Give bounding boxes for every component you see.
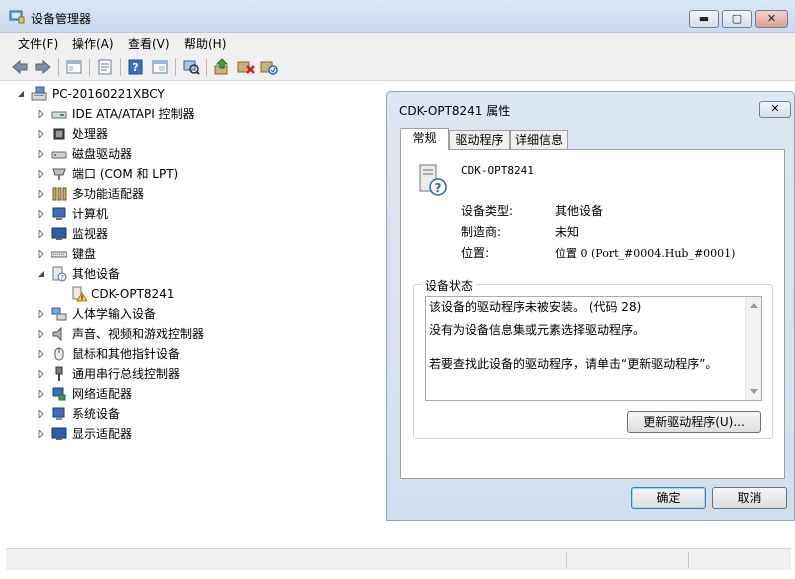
unknown-device-icon: ? xyxy=(416,163,450,197)
status-line: 没有为设备信息集或元素选择驱动程序。 xyxy=(429,323,646,337)
hid-icon xyxy=(51,306,67,322)
scan-hardware-changes-icon[interactable] xyxy=(181,58,201,76)
svg-text:?: ? xyxy=(435,181,442,195)
menu-help[interactable]: 帮助(H) xyxy=(184,35,226,52)
device-manager-app-icon xyxy=(9,10,25,24)
device-type-label: 设备类型: xyxy=(461,204,514,218)
usb-icon xyxy=(51,366,67,382)
tree-node-label: 键盘 xyxy=(72,247,97,261)
unknown-device-warning-icon xyxy=(71,286,88,302)
location-label: 位置: xyxy=(461,246,490,260)
show-hide-console-tree-icon[interactable] xyxy=(64,58,84,76)
tab-details[interactable]: 详细信息 xyxy=(510,130,568,150)
update-driver-button[interactable]: 更新驱动程序(U)... xyxy=(627,411,761,433)
toolbar-separator xyxy=(175,58,176,76)
location-value: 位置 0 (Port_#0004.Hub_#0001) xyxy=(555,247,736,260)
menu-view[interactable]: 查看(V) xyxy=(128,35,170,52)
tree-root-label: PC-20160221XBCY xyxy=(52,87,165,101)
menu-action[interactable]: 操作(A) xyxy=(72,35,114,52)
properties-sheet-icon[interactable] xyxy=(95,58,115,76)
scroll-up-arrow-icon[interactable] xyxy=(750,303,758,308)
processor-icon xyxy=(51,126,67,142)
tree-node-label: 系统设备 xyxy=(72,407,121,421)
status-line: 该设备的驱动程序未被安装。 (代码 28) xyxy=(429,300,642,314)
ide-controller-icon xyxy=(51,106,67,122)
status-scrollbar[interactable] xyxy=(745,297,761,400)
svg-text:?: ? xyxy=(60,274,64,282)
device-status-textbox[interactable]: 该设备的驱动程序未被安装。 (代码 28) 没有为设备信息集或元素选择驱动程序。… xyxy=(425,296,762,401)
maximize-button[interactable]: ▢ xyxy=(722,10,752,28)
properties-dialog: CDK-OPT8241 属性 ✕ 常规 驱动程序 详细信息 ? CDK-OPT8… xyxy=(386,91,795,521)
status-bar-divider xyxy=(566,552,567,568)
sound-icon xyxy=(51,326,67,342)
ok-button[interactable]: 确定 xyxy=(631,487,706,509)
close-button[interactable]: ✕ xyxy=(755,10,788,28)
menu-file[interactable]: 文件(F) xyxy=(18,35,58,52)
keyboard-icon xyxy=(50,246,68,262)
toolbar-separator xyxy=(206,58,207,76)
tab-driver[interactable]: 驱动程序 xyxy=(449,130,510,150)
tree-node-label: 其他设备 xyxy=(72,267,121,281)
device-status-group: 设备状态 该设备的驱动程序未被安装。 (代码 28) 没有为设备信息集或元素选择… xyxy=(413,277,773,439)
system-devices-icon xyxy=(51,406,67,422)
tree-node-label: 磁盘驱动器 xyxy=(72,147,133,161)
monitor-icon xyxy=(51,226,67,242)
other-devices-icon: ? xyxy=(51,266,67,282)
tab-general[interactable]: 常规 xyxy=(400,128,449,150)
svg-text:?: ? xyxy=(132,61,138,74)
tree-node-label: 多功能适配器 xyxy=(72,187,145,201)
general-tab-panel: ? CDK-OPT8241 设备类型: 其他设备 制造商: 未知 位置: 位置 … xyxy=(400,149,785,479)
disk-drive-icon xyxy=(51,146,67,162)
view-pane-icon[interactable] xyxy=(150,58,170,76)
toolbar: ? xyxy=(0,53,795,81)
minimize-button[interactable]: ▬ xyxy=(689,10,719,28)
tree-node-label: 通用串行总线控制器 xyxy=(72,367,181,381)
status-bar-divider xyxy=(688,552,689,568)
uninstall-device-icon[interactable] xyxy=(236,58,256,76)
tree-node-label: 处理器 xyxy=(72,127,109,141)
device-name: CDK-OPT8241 xyxy=(461,164,534,177)
tree-node-label: 显示适配器 xyxy=(72,427,133,441)
tree-node-label: 人体学输入设备 xyxy=(72,307,157,321)
menu-bar: 文件(F) 操作(A) 查看(V) 帮助(H) xyxy=(0,33,795,53)
manufacturer-label: 制造商: xyxy=(461,225,502,239)
back-arrow-icon[interactable] xyxy=(10,58,30,76)
display-adapter-icon xyxy=(51,426,67,442)
toolbar-separator xyxy=(89,58,90,76)
manufacturer-value: 未知 xyxy=(555,225,580,239)
device-tree[interactable]: PC-20160221XBCY IDE ATA/ATAPI 控制器 处理器 磁盘… xyxy=(6,82,386,547)
computer-icon xyxy=(51,206,67,222)
device-type-value: 其他设备 xyxy=(555,204,604,218)
tree-node-label: IDE ATA/ATAPI 控制器 xyxy=(72,107,195,121)
tree-node-label: 声音、视频和游戏控制器 xyxy=(72,327,205,341)
status-bar xyxy=(6,548,791,570)
tree-node-label: 鼠标和其他指针设备 xyxy=(72,347,181,361)
mouse-icon xyxy=(51,346,67,362)
toolbar-separator xyxy=(58,58,59,76)
dialog-close-button[interactable]: ✕ xyxy=(759,101,791,118)
network-adapter-icon xyxy=(51,386,67,402)
toolbar-separator xyxy=(120,58,121,76)
tree-node-label: 端口 (COM 和 LPT) xyxy=(72,167,179,181)
scroll-down-arrow-icon[interactable] xyxy=(750,389,758,394)
enable-device-icon[interactable] xyxy=(259,58,279,76)
window-titlebar: 设备管理器 ▬ ▢ ✕ xyxy=(0,0,795,33)
help-icon[interactable]: ? xyxy=(126,58,146,76)
forward-arrow-icon[interactable] xyxy=(33,58,53,76)
window-title: 设备管理器 xyxy=(31,12,92,26)
computer-icon xyxy=(31,86,47,102)
tree-node-label: 计算机 xyxy=(72,207,109,221)
multifunction-adapter-icon xyxy=(51,186,67,202)
tree-node-label: CDK-OPT8241 xyxy=(91,287,175,301)
tree-node-label: 监视器 xyxy=(72,227,109,241)
status-line: 若要查找此设备的驱动程序，请单击“更新驱动程序”。 xyxy=(429,357,718,371)
update-driver-icon[interactable] xyxy=(212,58,232,76)
port-icon xyxy=(51,166,67,182)
cancel-button[interactable]: 取消 xyxy=(712,487,787,509)
dialog-title: CDK-OPT8241 属性 xyxy=(399,104,511,118)
device-status-legend: 设备状态 xyxy=(422,277,477,294)
tree-node-label: 网络适配器 xyxy=(72,387,133,401)
